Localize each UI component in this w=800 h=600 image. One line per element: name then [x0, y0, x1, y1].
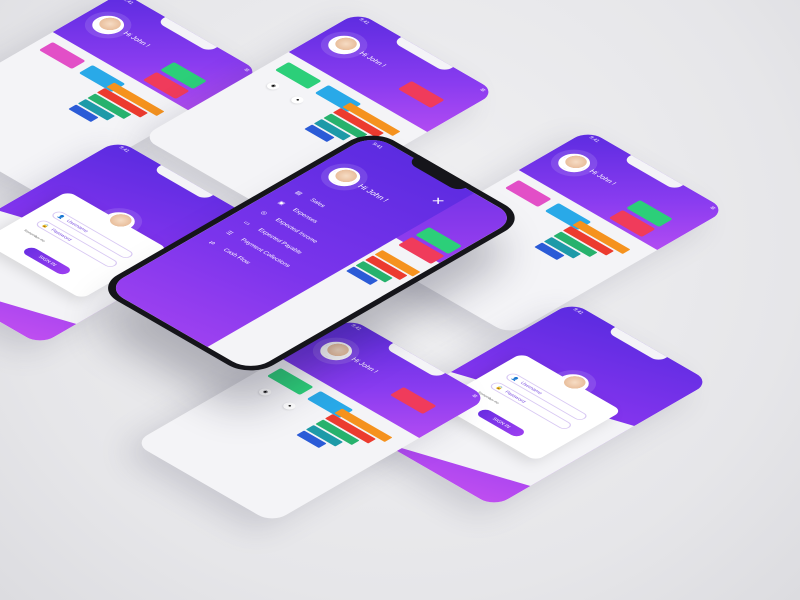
- bar-chart: [520, 220, 633, 286]
- coin-icon: ◎: [258, 210, 269, 217]
- receipt-icon: ☰: [223, 230, 234, 237]
- drawer-item-cash-flow[interactable]: Cash Flow: [221, 248, 251, 265]
- greeting-text: Hi John !: [355, 183, 391, 204]
- username-placeholder: Username: [64, 219, 90, 234]
- chart-icon: ▤: [293, 190, 304, 197]
- password-placeholder: Password: [502, 390, 527, 404]
- dashboard-header: [288, 12, 497, 132]
- dashboard-screen: 9:41 ≡ Hi John ! ◉ ●: [133, 318, 489, 523]
- category-icon[interactable]: ◉: [256, 387, 274, 397]
- mockup-scene: 9:41 ≡ Hi John ! 9:41 ≡ Hi John ! ◉ ● 9:…: [0, 0, 800, 600]
- card-icon: ▭: [241, 220, 252, 227]
- username-placeholder: Username: [518, 381, 544, 396]
- category-icon[interactable]: ●: [288, 95, 307, 105]
- category-icon[interactable]: ◉: [264, 81, 282, 91]
- drawer-item-expenses[interactable]: Expenses: [291, 208, 319, 224]
- wallet-icon: ▣: [275, 200, 286, 207]
- category-icon[interactable]: ●: [280, 401, 299, 411]
- password-placeholder: Password: [48, 228, 73, 242]
- drawer-item-sales[interactable]: Sales: [308, 198, 326, 209]
- status-time: 9:41: [370, 142, 384, 150]
- flow-icon: ⇄: [206, 240, 217, 247]
- dashboard-header: [518, 130, 727, 250]
- remember-me-label[interactable]: Remember me: [23, 229, 47, 243]
- bar-chart: [282, 408, 395, 474]
